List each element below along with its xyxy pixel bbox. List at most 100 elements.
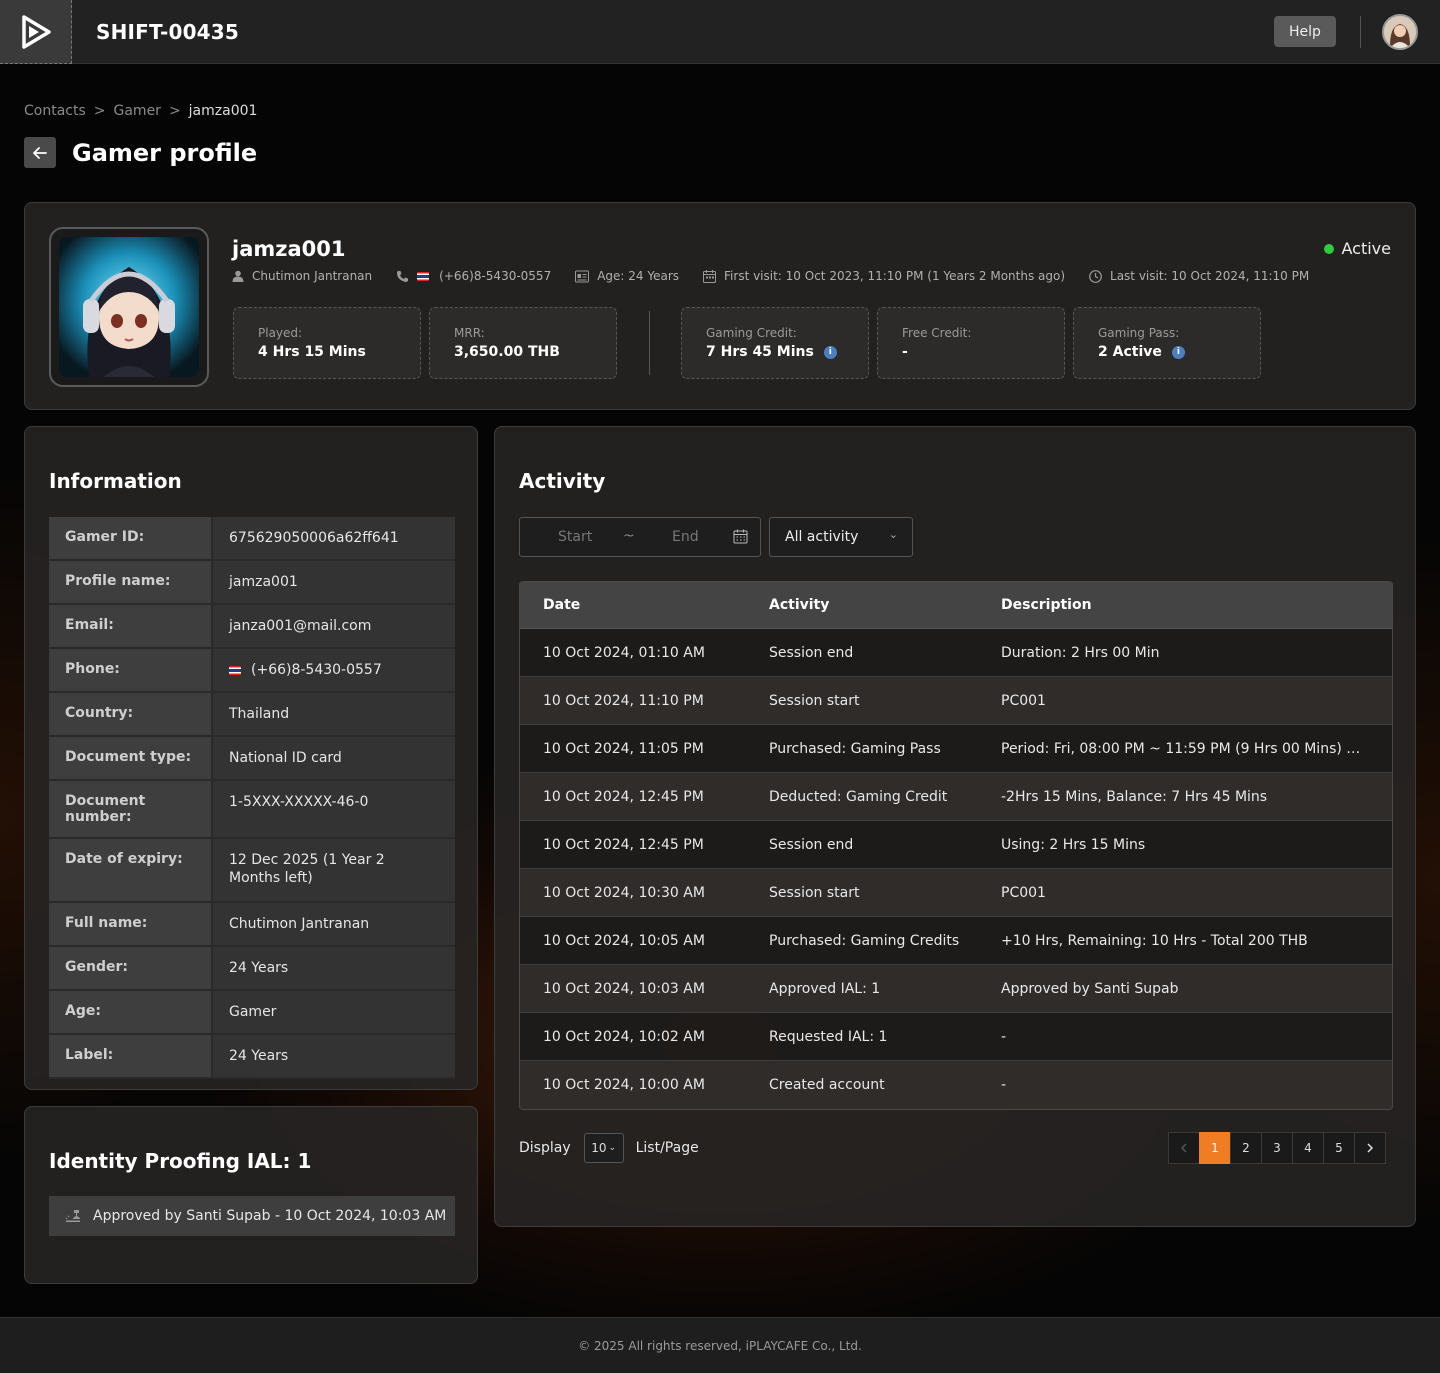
info-row-age: Age: Gamer <box>49 991 455 1035</box>
meta-first-visit: First visit: 10 Oct 2023, 11:10 PM (1 Ye… <box>703 269 1065 283</box>
meta-age: Age: 24 Years <box>575 269 679 283</box>
breadcrumb-separator: > <box>168 103 181 119</box>
stat-mrr: MRR: 3,650.00 THB <box>429 307 617 379</box>
activity-card: Activity Start ~ End All activity ⌄ Date… <box>494 426 1416 1227</box>
prev-page-button[interactable] <box>1168 1132 1200 1164</box>
identity-approval: Approved by Santi Supab - 10 Oct 2024, 1… <box>49 1196 455 1236</box>
table-row[interactable]: 10 Oct 2024, 10:03 AM Approved IAL: 1 Ap… <box>520 965 1392 1013</box>
column-activity[interactable]: Activity <box>769 597 1001 613</box>
status-text: Active <box>1341 239 1392 258</box>
stat-gaming-pass: Gaming Pass: 2 Active i <box>1073 307 1261 379</box>
gamer-name: jamza001 <box>232 237 346 261</box>
column-date[interactable]: Date <box>520 597 769 613</box>
play-logo-icon <box>21 14 51 49</box>
information-table: Gamer ID: 675629050006a62ff641 Profile n… <box>49 517 455 1079</box>
stamp-icon <box>65 1210 80 1222</box>
chevron-down-icon: ⌄ <box>888 528 898 541</box>
breadcrumb-current: jamza001 <box>188 103 258 119</box>
list-page-label: List/Page <box>635 1140 699 1156</box>
page-5-button[interactable]: 5 <box>1323 1132 1355 1164</box>
page-3-button[interactable]: 3 <box>1261 1132 1293 1164</box>
shift-id: SHIFT-00435 <box>96 20 240 44</box>
page-1-button[interactable]: 1 <box>1199 1132 1231 1164</box>
stat-free-credit: Free Credit: - <box>877 307 1065 379</box>
id-card-icon <box>575 270 590 282</box>
date-separator: ~ <box>623 528 635 544</box>
phone-icon <box>397 270 409 282</box>
stat-gaming-credit: Gaming Credit: 7 Hrs 45 Mins i <box>681 307 869 379</box>
profile-meta: Chutimon Jantranan (+66)8-5430-0557 Age:… <box>232 269 1333 283</box>
info-row-country: Country: Thailand <box>49 693 455 737</box>
info-row-document-number: Document number: 1-5XXX-XXXXX-46-0 <box>49 781 455 839</box>
per-page-select[interactable]: 10 ⌄ <box>583 1133 624 1163</box>
column-description[interactable]: Description <box>1001 597 1392 613</box>
profile-card: jamza001 Active Chutimon Jantranan (+66)… <box>24 202 1416 410</box>
chevron-left-icon <box>1180 1143 1187 1153</box>
info-row-profile-name: Profile name: jamza001 <box>49 561 455 605</box>
display-label: Display <box>519 1140 571 1156</box>
help-button[interactable]: Help <box>1274 16 1336 47</box>
user-icon <box>232 270 244 282</box>
table-row[interactable]: 10 Oct 2024, 10:02 AM Requested IAL: 1 - <box>520 1013 1392 1061</box>
table-row[interactable]: 10 Oct 2024, 01:10 AM Session end Durati… <box>520 629 1392 677</box>
breadcrumb: Contacts > Gamer > jamza001 <box>24 103 257 119</box>
info-row-date-of-expiry: Date of expiry: 12 Dec 2025 (1 Year 2 Mo… <box>49 839 455 903</box>
info-row-full-name: Full name: Chutimon Jantranan <box>49 903 455 947</box>
info-icon[interactable]: i <box>823 345 837 359</box>
table-row[interactable]: 10 Oct 2024, 11:05 PM Purchased: Gaming … <box>520 725 1392 773</box>
info-icon[interactable]: i <box>1171 345 1185 359</box>
info-row-gamer-id: Gamer ID: 675629050006a62ff641 <box>49 517 455 561</box>
info-row-email: Email: janza001@mail.com <box>49 605 455 649</box>
clock-icon <box>1089 269 1102 283</box>
chevron-down-icon: ⌄ <box>608 1143 617 1153</box>
identity-title: Identity Proofing IAL: 1 <box>49 1149 312 1173</box>
profile-picture <box>49 227 209 387</box>
pagination: 1 2 3 4 5 <box>1168 1132 1386 1164</box>
status-badge: Active <box>1323 239 1392 258</box>
activity-table: Date Activity Description 10 Oct 2024, 0… <box>519 581 1393 1110</box>
user-avatar[interactable] <box>1382 14 1418 50</box>
avatar-icon <box>1384 16 1416 48</box>
stat-played: Played: 4 Hrs 15 Mins <box>233 307 421 379</box>
info-row-label: Label: 24 Years <box>49 1035 455 1079</box>
table-row[interactable]: 10 Oct 2024, 10:05 AM Purchased: Gaming … <box>520 917 1392 965</box>
date-range-picker[interactable]: Start ~ End <box>519 517 761 557</box>
page-size-control: Display 10 ⌄ List/Page <box>519 1133 699 1163</box>
top-divider <box>1360 16 1361 48</box>
breadcrumb-gamer[interactable]: Gamer <box>114 103 161 119</box>
meta-last-visit: Last visit: 10 Oct 2024, 11:10 PM <box>1089 269 1309 283</box>
page-title: Gamer profile <box>72 139 258 167</box>
thailand-flag-icon <box>229 665 241 675</box>
info-row-phone: Phone: (+66)8-5430-0557 <box>49 649 455 693</box>
gamer-avatar-icon <box>59 237 199 377</box>
page-2-button[interactable]: 2 <box>1230 1132 1262 1164</box>
app-logo[interactable] <box>0 0 72 64</box>
thailand-flag-icon <box>417 271 430 281</box>
activity-title: Activity <box>519 469 606 493</box>
stat-divider <box>649 311 650 375</box>
table-row[interactable]: 10 Oct 2024, 11:10 PM Session start PC00… <box>520 677 1392 725</box>
identity-proofing-card: Identity Proofing IAL: 1 Approved by San… <box>24 1106 478 1284</box>
table-row[interactable]: 10 Oct 2024, 10:30 AM Session start PC00… <box>520 869 1392 917</box>
calendar-icon[interactable] <box>733 529 748 548</box>
table-row[interactable]: 10 Oct 2024, 12:45 PM Session end Using:… <box>520 821 1392 869</box>
next-page-button[interactable] <box>1354 1132 1386 1164</box>
page-4-button[interactable]: 4 <box>1292 1132 1324 1164</box>
breadcrumb-contacts[interactable]: Contacts <box>24 103 86 119</box>
date-end-input[interactable]: End <box>672 529 699 545</box>
footer: © 2025 All rights reserved, iPLAYCAFE Co… <box>0 1317 1440 1373</box>
activity-filter-select[interactable]: All activity ⌄ <box>769 517 913 557</box>
date-start-input[interactable]: Start <box>558 529 592 545</box>
info-row-gender: Gender: 24 Years <box>49 947 455 991</box>
breadcrumb-separator: > <box>93 103 106 119</box>
meta-full-name: Chutimon Jantranan <box>232 269 372 283</box>
calendar-icon <box>703 269 717 283</box>
chevron-right-icon <box>1367 1143 1374 1153</box>
table-row[interactable]: 10 Oct 2024, 10:00 AM Created account - <box>520 1061 1392 1109</box>
arrow-left-icon <box>33 146 47 159</box>
table-row[interactable]: 10 Oct 2024, 12:45 PM Deducted: Gaming C… <box>520 773 1392 821</box>
info-row-document-type: Document type: National ID card <box>49 737 455 781</box>
information-card: Information Gamer ID: 675629050006a62ff6… <box>24 426 478 1090</box>
information-title: Information <box>49 469 182 493</box>
back-button[interactable] <box>24 137 56 168</box>
